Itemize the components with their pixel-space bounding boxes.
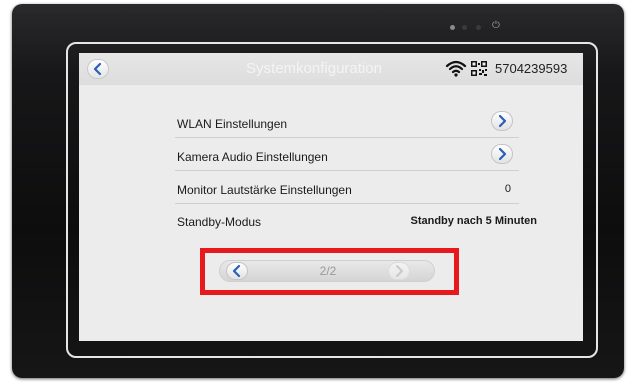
device-indicators: ⏻	[450, 20, 510, 32]
settings-row-camera-audio[interactable]: Kamera Audio Einstellungen	[175, 141, 519, 171]
settings-row-standby[interactable]: Standby-Modus Standby nach 5 Minuten	[175, 206, 537, 236]
screen: Systemkonfiguration 5704239593 WLAN Eins…	[79, 53, 583, 341]
row-label: Standby-Modus	[177, 215, 262, 229]
chevron-right-icon	[498, 114, 507, 128]
status-led	[450, 25, 455, 30]
standby-value: Standby nach 5 Minuten	[410, 215, 537, 227]
status-led	[462, 25, 467, 30]
wlan-open-button[interactable]	[491, 111, 513, 131]
wifi-icon	[445, 59, 467, 77]
settings-row-monitor-volume[interactable]: Monitor Lautstärke Einstellungen 0	[175, 174, 519, 204]
camera-audio-open-button[interactable]	[491, 144, 513, 164]
device-id: 5704239593	[495, 61, 568, 76]
volume-value: 0	[504, 183, 511, 195]
settings-row-wlan[interactable]: WLAN Einstellungen	[175, 108, 519, 138]
power-icon[interactable]: ⏻	[492, 20, 500, 32]
qr-code-icon	[471, 61, 489, 77]
row-label: WLAN Einstellungen	[177, 117, 288, 131]
title-bar: Systemkonfiguration 5704239593	[79, 53, 583, 85]
row-label: Kamera Audio Einstellungen	[177, 150, 328, 164]
row-label: Monitor Lautstärke Einstellungen	[177, 183, 352, 197]
highlight-box	[200, 248, 459, 295]
chevron-right-icon	[498, 147, 507, 161]
status-led	[476, 25, 481, 30]
